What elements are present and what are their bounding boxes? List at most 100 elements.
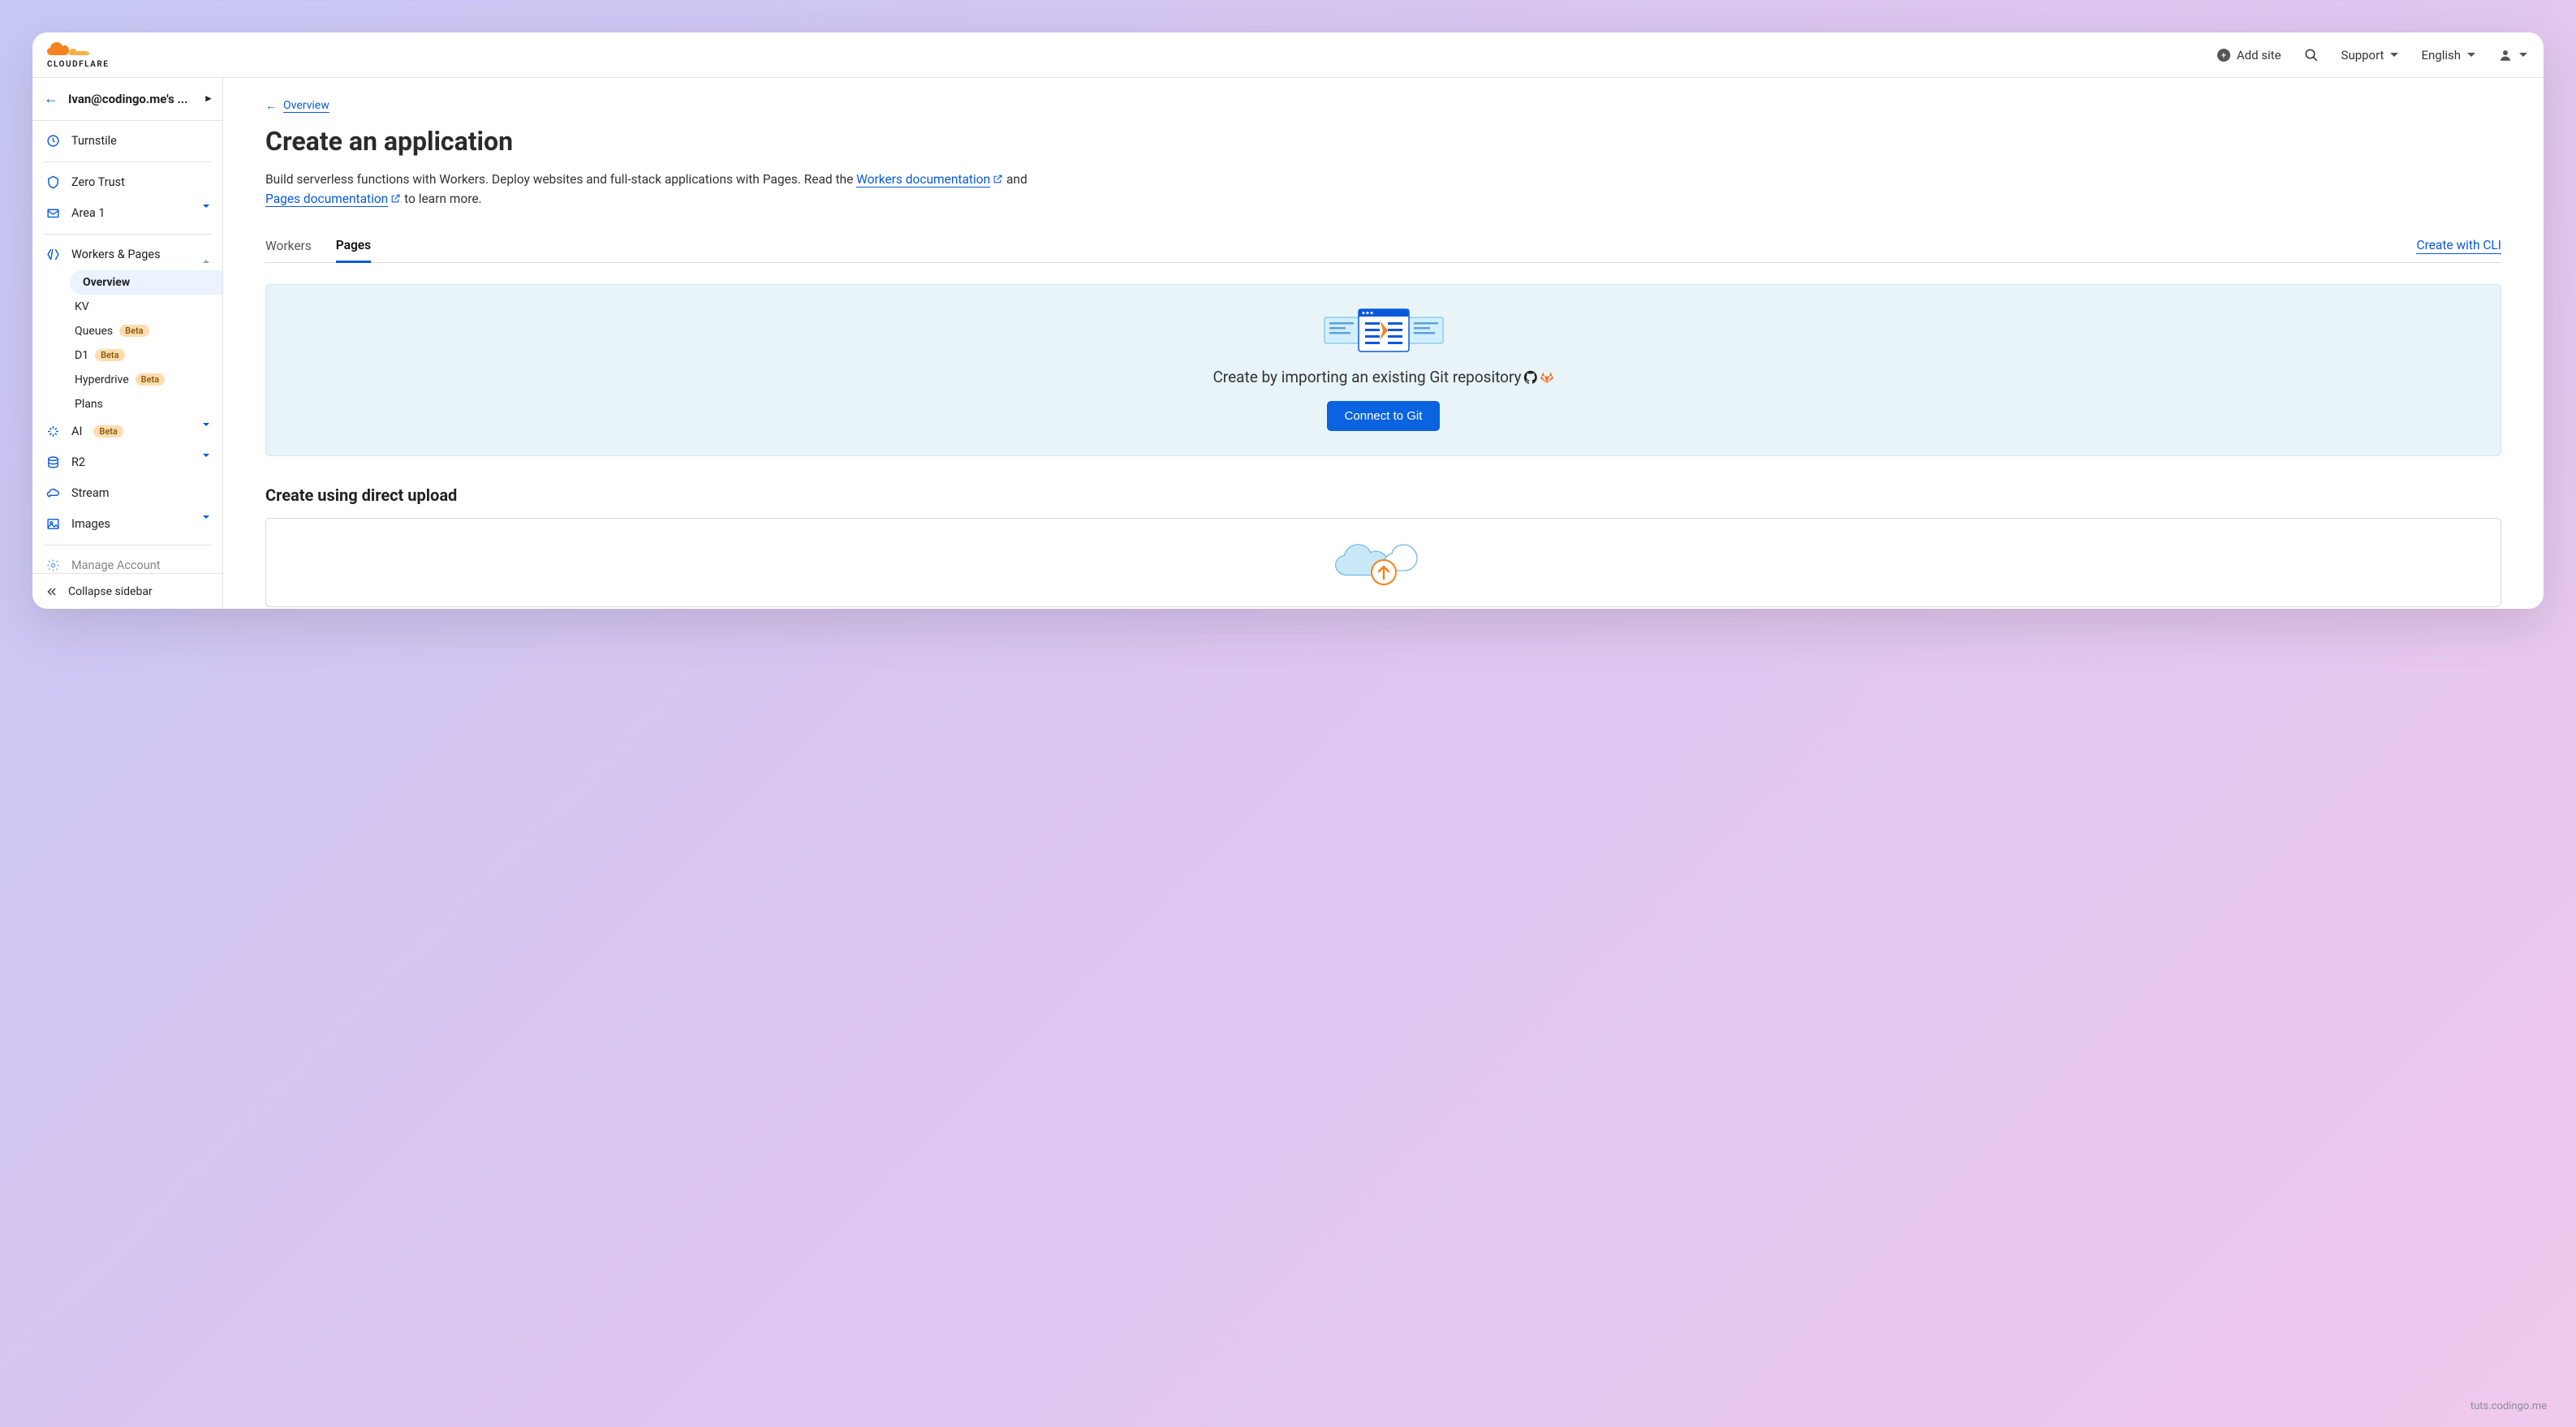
sidebar-item-ai[interactable]: AI Beta [32, 416, 222, 447]
sidebar-item-label: Workers & Pages [71, 248, 161, 261]
sidebar-item-workers-pages[interactable]: Workers & Pages [32, 239, 222, 270]
plus-circle-icon: + [2217, 49, 2230, 62]
language-menu[interactable]: English [2421, 48, 2475, 63]
tab-row: Workers Pages Create with CLI [265, 230, 2501, 263]
sidebar-sub-kv[interactable]: KV [50, 295, 222, 319]
workers-icon [45, 248, 60, 262]
sidebar-item-images[interactable]: Images [32, 509, 222, 540]
add-site-button[interactable]: + Add site [2217, 48, 2281, 63]
sidebar-sub-overview[interactable]: Overview [70, 270, 222, 295]
beta-badge: Beta [93, 425, 123, 438]
collapse-label: Collapse sidebar [68, 585, 153, 598]
brand-text: CLOUDFLARE [47, 60, 109, 69]
sidebar-sub-plans[interactable]: Plans [50, 392, 222, 416]
tab-workers[interactable]: Workers [265, 231, 312, 261]
pages-illustration [1323, 308, 1445, 353]
sidebar-item-label: Hyperdrive [75, 373, 129, 386]
sidebar-item-label: Overview [83, 276, 130, 289]
image-icon [45, 517, 60, 532]
main-content: ← Overview Create an application Build s… [223, 78, 2544, 609]
git-import-panel: Create by importing an existing Git repo… [265, 284, 2501, 456]
sidebar-item-manage-account[interactable]: Manage Account [32, 550, 222, 573]
beta-badge: Beta [136, 373, 165, 386]
caret-down-icon [2519, 53, 2527, 57]
support-label: Support [2341, 48, 2384, 63]
external-link-icon [390, 193, 401, 204]
caret-down-icon [203, 457, 209, 468]
workers-sub-items: Overview KV Queues Beta D1 Beta Hyperdri [32, 270, 222, 416]
caret-down-icon [2390, 53, 2398, 57]
sidebar-item-label: R2 [71, 455, 85, 469]
page-title: Create an application [265, 126, 2501, 157]
person-icon [2498, 48, 2513, 63]
sidebar-item-area1[interactable]: Area 1 [32, 198, 222, 229]
connect-git-button[interactable]: Connect to Git [1327, 401, 1441, 431]
caret-down-icon [203, 208, 209, 218]
sidebar-item-label: AI [71, 425, 82, 438]
account-name: Ivan@codingo.me's ... [68, 92, 188, 106]
cloud-upload-illustration [1331, 540, 1437, 585]
sidebar-sub-queues[interactable]: Queues Beta [50, 319, 222, 343]
database-icon [45, 455, 60, 470]
sidebar-item-label: Plans [75, 398, 103, 411]
sparkle-icon [45, 425, 60, 439]
body: ← Ivan@codingo.me's ... ▸ Turnstile Zero [32, 78, 2544, 609]
sidebar-sub-hyperdrive[interactable]: Hyperdrive Beta [50, 368, 222, 392]
tab-pages[interactable]: Pages [336, 230, 371, 263]
caret-up-icon [203, 249, 209, 260]
direct-upload-panel [265, 518, 2501, 607]
external-link-icon [993, 174, 1003, 184]
pages-docs-link[interactable]: Pages documentation [265, 192, 388, 207]
back-link[interactable]: ← Overview [265, 99, 2501, 113]
create-with-cli-link[interactable]: Create with CLI [2416, 238, 2501, 254]
gitlab-icon [1540, 370, 1554, 385]
language-label: English [2421, 48, 2461, 63]
sidebar-item-label: Zero Trust [71, 175, 125, 189]
app-window: CLOUDFLARE + Add site Support English [32, 32, 2544, 609]
desc-text: and [1003, 172, 1027, 187]
sidebar-item-r2[interactable]: R2 [32, 447, 222, 478]
caret-down-icon [203, 519, 209, 529]
workers-docs-link[interactable]: Workers documentation [856, 172, 990, 188]
arrow-left-icon: ← [44, 90, 58, 107]
mail-icon [45, 206, 60, 221]
sidebar-sub-d1[interactable]: D1 Beta [50, 343, 222, 368]
shield-icon [45, 175, 60, 190]
sidebar-item-label: Queues [75, 325, 113, 338]
separator [44, 234, 211, 235]
gear-icon [45, 558, 60, 573]
sidebar-item-zero-trust[interactable]: Zero Trust [32, 167, 222, 198]
chevron-double-left-icon [45, 585, 58, 598]
sidebar-item-label: D1 [75, 349, 88, 362]
sidebar-item-label: Stream [71, 486, 109, 500]
top-bar: CLOUDFLARE + Add site Support English [32, 32, 2544, 78]
beta-badge: Beta [119, 325, 149, 337]
direct-upload-heading: Create using direct upload [265, 485, 2501, 505]
sidebar-item-label: Turnstile [71, 134, 117, 148]
cloud-icon [45, 486, 60, 501]
cloudflare-cloud-icon [47, 41, 97, 58]
search-button[interactable] [2304, 48, 2319, 63]
support-menu[interactable]: Support [2341, 48, 2399, 63]
turnstile-icon [45, 134, 60, 149]
sidebar-item-stream[interactable]: Stream [32, 478, 222, 509]
arrow-left-icon: ← [265, 99, 277, 113]
sidebar-nav: Turnstile Zero Trust Area 1 [32, 121, 222, 573]
back-link-label: Overview [283, 99, 330, 113]
watermark: tuts.codingo.me [2470, 1400, 2547, 1412]
add-site-label: Add site [2237, 48, 2281, 63]
page-description: Build serverless functions with Workers.… [265, 170, 1061, 209]
sidebar: ← Ivan@codingo.me's ... ▸ Turnstile Zero [32, 78, 223, 609]
chevron-right-icon: ▸ [205, 93, 211, 105]
top-right-controls: + Add site Support English [2217, 48, 2527, 63]
sidebar-item-turnstile[interactable]: Turnstile [32, 126, 222, 157]
sidebar-item-label: KV [75, 300, 89, 313]
caret-down-icon [2467, 53, 2475, 57]
collapse-sidebar-button[interactable]: Collapse sidebar [32, 573, 222, 609]
user-menu[interactable] [2498, 48, 2527, 63]
desc-text: Build serverless functions with Workers.… [265, 172, 856, 187]
sidebar-item-label: Images [71, 517, 110, 531]
brand-logo[interactable]: CLOUDFLARE [47, 41, 109, 69]
caret-down-icon [203, 426, 209, 437]
account-selector[interactable]: ← Ivan@codingo.me's ... ▸ [32, 78, 222, 121]
